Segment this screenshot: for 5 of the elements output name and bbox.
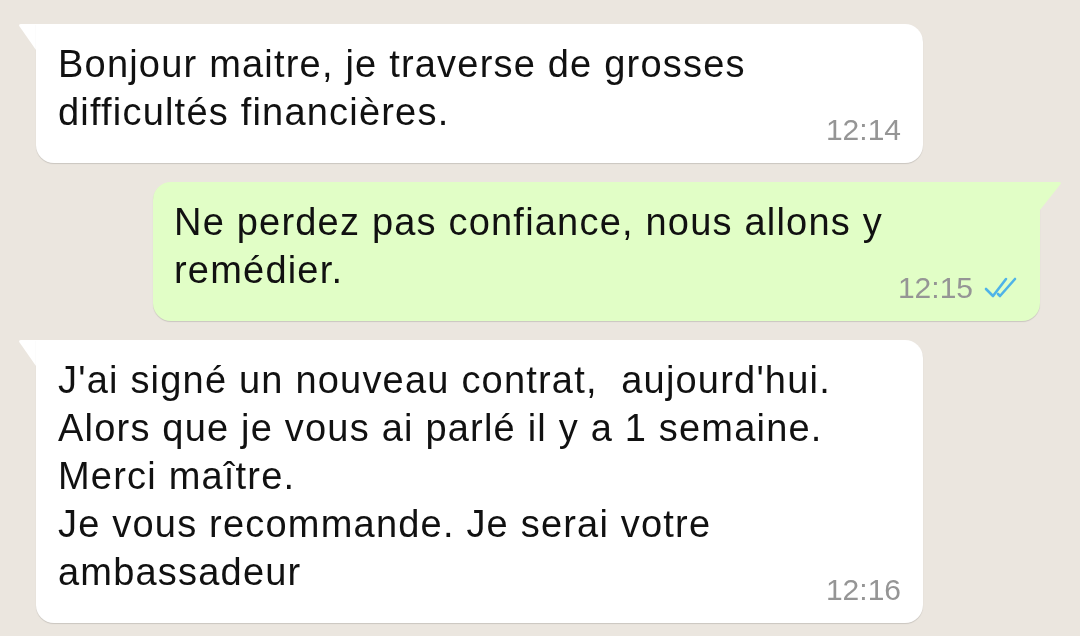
message-text: Bonjour maitre, je traverse de grosses difficultés financières. xyxy=(58,43,747,133)
message-time: 12:16 xyxy=(825,574,901,606)
message-text: Ne perdez pas confiance, nous allons y remédier. xyxy=(174,201,884,291)
message-time: 12:15 xyxy=(897,272,973,304)
message-time: 12:14 xyxy=(825,114,901,146)
